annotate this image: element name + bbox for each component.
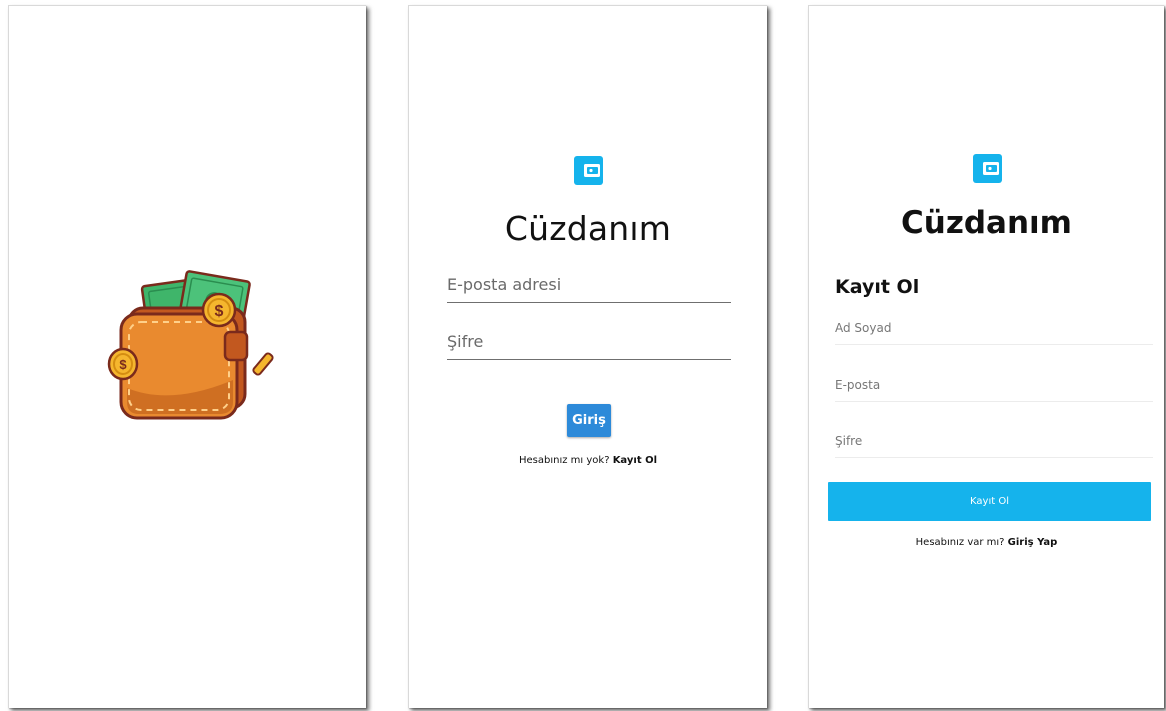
wallet-icon (973, 154, 1002, 183)
wallet-illustration: $ $ (107, 270, 274, 420)
name-input[interactable] (835, 311, 1153, 344)
login-link[interactable]: Giriş Yap (1008, 537, 1058, 548)
email-input[interactable] (835, 368, 1153, 401)
password-input[interactable] (835, 424, 1153, 457)
email-input[interactable] (447, 273, 731, 302)
signup-link[interactable]: Kayıt Ol (613, 455, 657, 466)
password-field[interactable] (447, 330, 731, 360)
email-field[interactable] (447, 273, 731, 303)
wallet-icon (574, 156, 603, 185)
signup-button[interactable]: Kayıt Ol (828, 482, 1151, 521)
app-title: Cüzdanım (504, 209, 672, 248)
login-prompt-text: Hesabınız var mı? (915, 537, 1008, 548)
password-field[interactable] (835, 424, 1153, 458)
signup-prompt-text: Hesabınız mı yok? (518, 455, 613, 466)
login-prompt: Hesabınız var mı? Giriş Yap (809, 537, 1164, 548)
login-button[interactable]: Giriş (567, 404, 611, 437)
svg-text:$: $ (119, 357, 127, 372)
app-title: Cüzdanım (901, 205, 1072, 241)
email-field[interactable] (835, 368, 1153, 402)
name-field[interactable] (835, 311, 1153, 345)
splash-screen: $ $ (8, 5, 366, 708)
signup-screen: Cüzdanım Kayıt Ol Kayıt Ol Hesabınız var… (808, 5, 1164, 708)
login-screen: Cüzdanım Giriş Hesabınız mı yok? Kayıt O… (408, 5, 767, 708)
signup-heading: Kayıt Ol (835, 276, 920, 298)
svg-text:$: $ (215, 303, 224, 320)
signup-prompt: Hesabınız mı yok? Kayıt Ol (409, 455, 767, 466)
password-input[interactable] (447, 330, 731, 359)
